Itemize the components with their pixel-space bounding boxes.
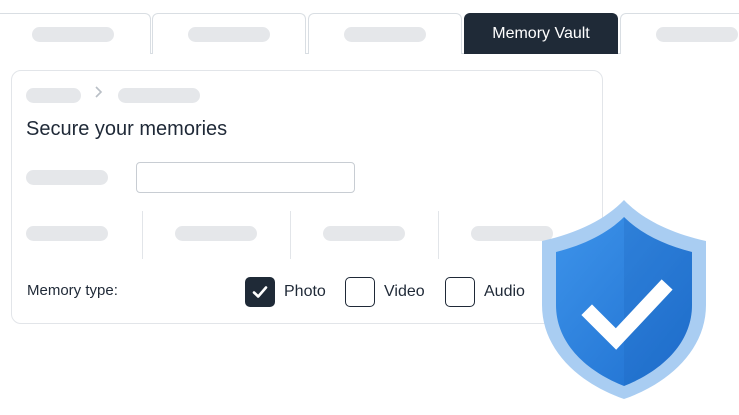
chevron-right-icon: [95, 86, 103, 98]
tab-label-placeholder: [344, 26, 426, 42]
column-placeholder: [175, 226, 257, 241]
tab-3[interactable]: [308, 13, 462, 54]
divider: [142, 211, 143, 259]
memory-card: Secure your memories Memory type: Photo …: [11, 70, 603, 324]
divider: [438, 211, 439, 259]
video-label: Video: [384, 283, 425, 300]
shield-check-icon: [542, 200, 706, 399]
tab-2[interactable]: [152, 13, 306, 54]
option-audio[interactable]: Audio: [445, 277, 525, 307]
tab-1[interactable]: [0, 13, 151, 54]
divider: [290, 211, 291, 259]
breadcrumb-item-placeholder[interactable]: [26, 88, 81, 103]
tab-memory-vault[interactable]: Memory Vault: [464, 13, 618, 54]
photo-checkbox[interactable]: [245, 277, 275, 307]
page-title: Secure your memories: [26, 118, 228, 140]
column-placeholder: [323, 226, 405, 241]
tab-label: Memory Vault: [492, 25, 590, 42]
tab-label-placeholder: [656, 26, 738, 42]
video-checkbox[interactable]: [345, 277, 375, 307]
checkmark-icon: [252, 286, 268, 298]
column-placeholder: [26, 226, 108, 241]
breadcrumb-item-placeholder[interactable]: [118, 88, 200, 103]
field-label-placeholder: [26, 170, 108, 185]
tab-5[interactable]: [620, 13, 739, 54]
page: Memory Vault Secure your memories Memory…: [0, 0, 739, 415]
memory-type-label: Memory type:: [27, 282, 118, 299]
tab-label-placeholder: [31, 26, 114, 42]
tab-bar: Memory Vault: [0, 13, 739, 54]
audio-checkbox[interactable]: [445, 277, 475, 307]
tab-label-placeholder: [188, 26, 270, 42]
audio-label: Audio: [484, 283, 525, 300]
option-photo[interactable]: Photo: [245, 277, 326, 307]
photo-label: Photo: [284, 283, 326, 300]
option-video[interactable]: Video: [345, 277, 425, 307]
text-input[interactable]: [136, 162, 355, 193]
